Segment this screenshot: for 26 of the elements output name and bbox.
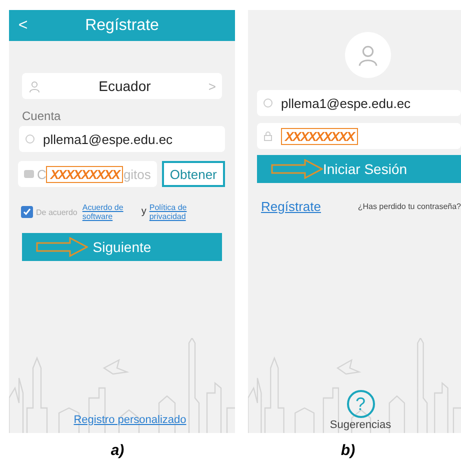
help-button[interactable]: ?: [346, 390, 374, 418]
back-button[interactable]: <: [9, 16, 37, 34]
login-button[interactable]: Iniciar Sesión: [257, 155, 461, 183]
conjunction-text: y: [141, 206, 146, 218]
screen-title: Regístrate: [84, 16, 160, 34]
custom-registration-link[interactable]: Registro personalizado: [74, 414, 186, 426]
country-selector[interactable]: Ecuador >: [22, 73, 222, 99]
account-label: Cuenta: [22, 109, 62, 123]
next-button[interactable]: Siguiente: [22, 233, 222, 262]
register-link[interactable]: Regístrate: [261, 199, 321, 214]
figure-caption: b): [340, 442, 356, 459]
masked-code: XXXXXXXXX: [46, 166, 124, 182]
suggestions-label: Sugerencias: [330, 419, 392, 431]
email-field[interactable]: pllema1@espe.edu.ec: [19, 126, 225, 152]
code-field[interactable]: C XXXXXXXXX gitos: [18, 161, 157, 187]
placeholder-text: C: [37, 166, 46, 182]
forgot-password-link[interactable]: ¿Has perdido tu contraseña?: [358, 202, 461, 211]
masked-password: XXXXXXXXX: [281, 128, 358, 144]
figure-caption: a): [110, 442, 124, 459]
placeholder-text: gitos: [123, 166, 151, 182]
privacy-policy-link[interactable]: Política de privacidad: [149, 203, 196, 222]
password-field[interactable]: XXXXXXXXX: [257, 123, 461, 149]
agree-label: De acuerdo: [36, 208, 78, 217]
software-agreement-link[interactable]: Acuerdo de software: [82, 203, 128, 222]
email-field[interactable]: pllema1@espe.edu.ec: [257, 90, 461, 116]
get-code-button[interactable]: Obtener: [162, 161, 225, 187]
